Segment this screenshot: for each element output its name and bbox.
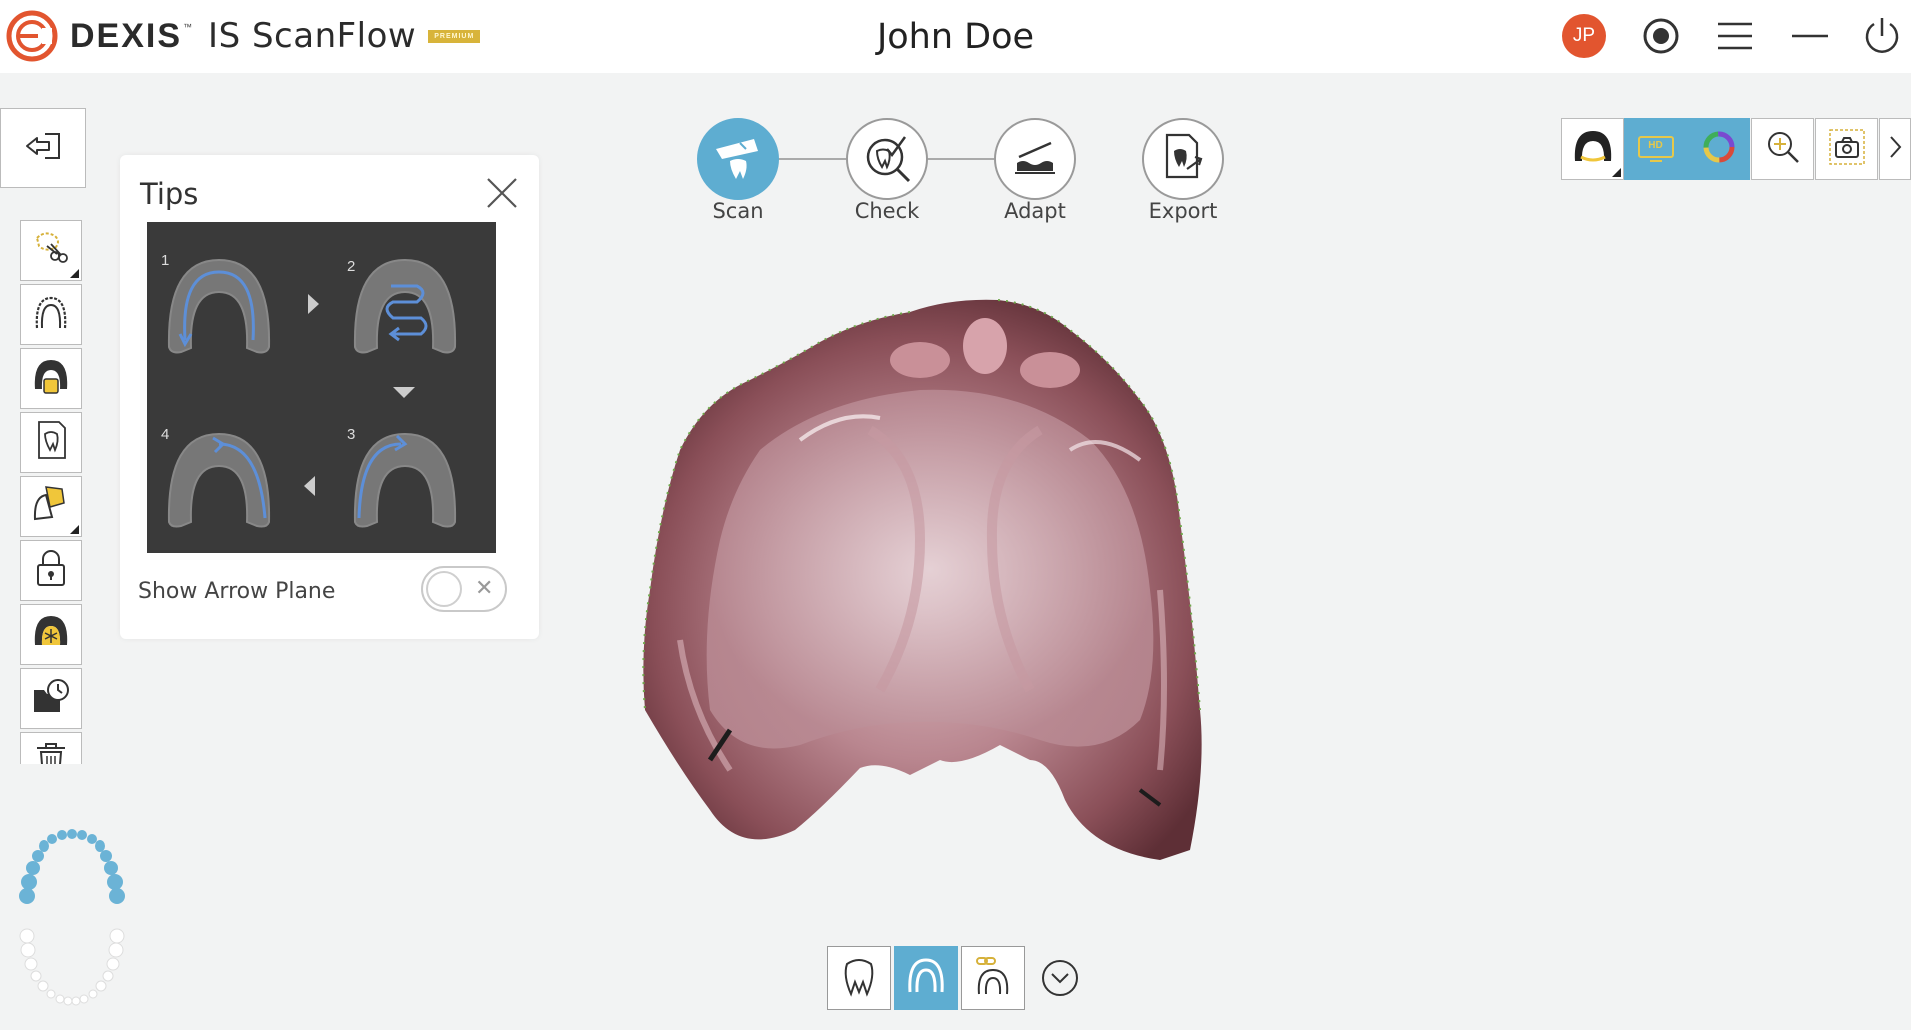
lock-tool-button[interactable] (20, 540, 82, 601)
tooth-icon (839, 954, 879, 1003)
submenu-corner-icon (70, 269, 79, 278)
scan-icon (710, 129, 766, 190)
trim-icon (31, 228, 71, 273)
minimize-icon[interactable] (1788, 14, 1832, 58)
power-icon[interactable] (1860, 14, 1904, 58)
menu-icon[interactable] (1713, 14, 1757, 58)
delete-icon (33, 740, 69, 764)
app-header: DEXIS ™ IS ScanFlow PREMIUM John Doe JP (0, 0, 1911, 73)
workflow-step-adapt[interactable] (994, 118, 1076, 200)
delete-tool-button[interactable] (20, 732, 82, 764)
tips-title: Tips (140, 177, 199, 211)
scan-path-diagram (167, 258, 457, 528)
workflow-step-check[interactable] (846, 118, 928, 200)
workflow-step-scan[interactable] (697, 118, 779, 200)
workflow-label-export: Export (1148, 199, 1218, 223)
trim-tool-button[interactable] (20, 220, 82, 281)
workflow-connector (778, 158, 846, 160)
show-arrow-plane-label: Show Arrow Plane (138, 579, 336, 604)
left-toolbar (20, 220, 82, 764)
adapt-icon (1007, 129, 1063, 190)
palate-icon (30, 611, 72, 658)
record-icon[interactable] (1639, 14, 1683, 58)
arch-icon (30, 292, 72, 337)
exit-button[interactable] (0, 108, 86, 188)
user-avatar[interactable]: JP (1562, 14, 1606, 58)
zoom-button[interactable] (1751, 118, 1814, 180)
brush-tool-button[interactable] (20, 476, 82, 537)
brush-icon (30, 483, 72, 530)
history-tool-button[interactable] (20, 668, 82, 729)
tooth-view-button[interactable] (827, 946, 891, 1010)
dental-arch-chart[interactable] (18, 828, 126, 1012)
upper-jaw-icon (904, 956, 948, 1001)
step-number: 2 (347, 258, 356, 275)
expand-toolbar-button[interactable] (1879, 118, 1911, 180)
color-icon (1700, 128, 1738, 171)
step-number: 3 (347, 426, 356, 443)
hd-button[interactable]: HD (1624, 118, 1687, 180)
step-number: 4 (161, 426, 170, 443)
hd-label: HD (1648, 140, 1663, 151)
submenu-corner-icon (1612, 168, 1621, 177)
workflow-step-export[interactable] (1142, 118, 1224, 200)
workflow-label-adapt: Adapt (1004, 199, 1066, 223)
scan-model-view[interactable] (620, 290, 1300, 880)
workflow-connector (926, 158, 994, 160)
show-arrow-plane-toggle[interactable]: ✕ (421, 566, 507, 612)
arch-tool-button[interactable] (20, 284, 82, 345)
bite-link-icon (971, 954, 1015, 1003)
jaw-view-icon (1571, 127, 1615, 172)
tooth-icon (31, 419, 71, 466)
bite-tool-button[interactable] (20, 348, 82, 409)
scan-strategy-illustration: 1 2 3 4 (147, 222, 496, 553)
screenshot-icon (1827, 127, 1867, 172)
color-button[interactable] (1687, 118, 1750, 180)
exit-icon (23, 131, 63, 166)
step-number: 1 (161, 252, 170, 269)
bite-icon (30, 355, 72, 402)
chevron-down-icon[interactable] (1041, 959, 1079, 997)
hd-icon: HD (1636, 134, 1676, 164)
upper-jaw-button[interactable] (894, 946, 958, 1010)
workflow-label-scan: Scan (712, 199, 764, 223)
toggle-off-icon: ✕ (475, 575, 494, 600)
palate-tool-button[interactable] (20, 604, 82, 665)
submenu-corner-icon (70, 525, 79, 534)
zoom-icon (1765, 129, 1801, 170)
patient-name: John Doe (876, 17, 1035, 57)
history-icon (30, 676, 72, 721)
toggle-knob (426, 571, 462, 607)
workflow-label-check: Check (854, 199, 920, 223)
check-icon (859, 129, 915, 190)
chevron-right-icon (1885, 132, 1905, 167)
lock-icon (33, 548, 69, 593)
tooth-tool-button[interactable] (20, 412, 82, 473)
tips-panel: Tips 1 2 3 4 Show Arrow Plane ✕ (120, 155, 539, 639)
bite-link-button[interactable] (961, 946, 1025, 1010)
jaw-view-button[interactable] (1561, 118, 1624, 180)
screenshot-button[interactable] (1815, 118, 1878, 180)
close-icon[interactable] (484, 175, 520, 211)
export-icon (1155, 129, 1211, 190)
